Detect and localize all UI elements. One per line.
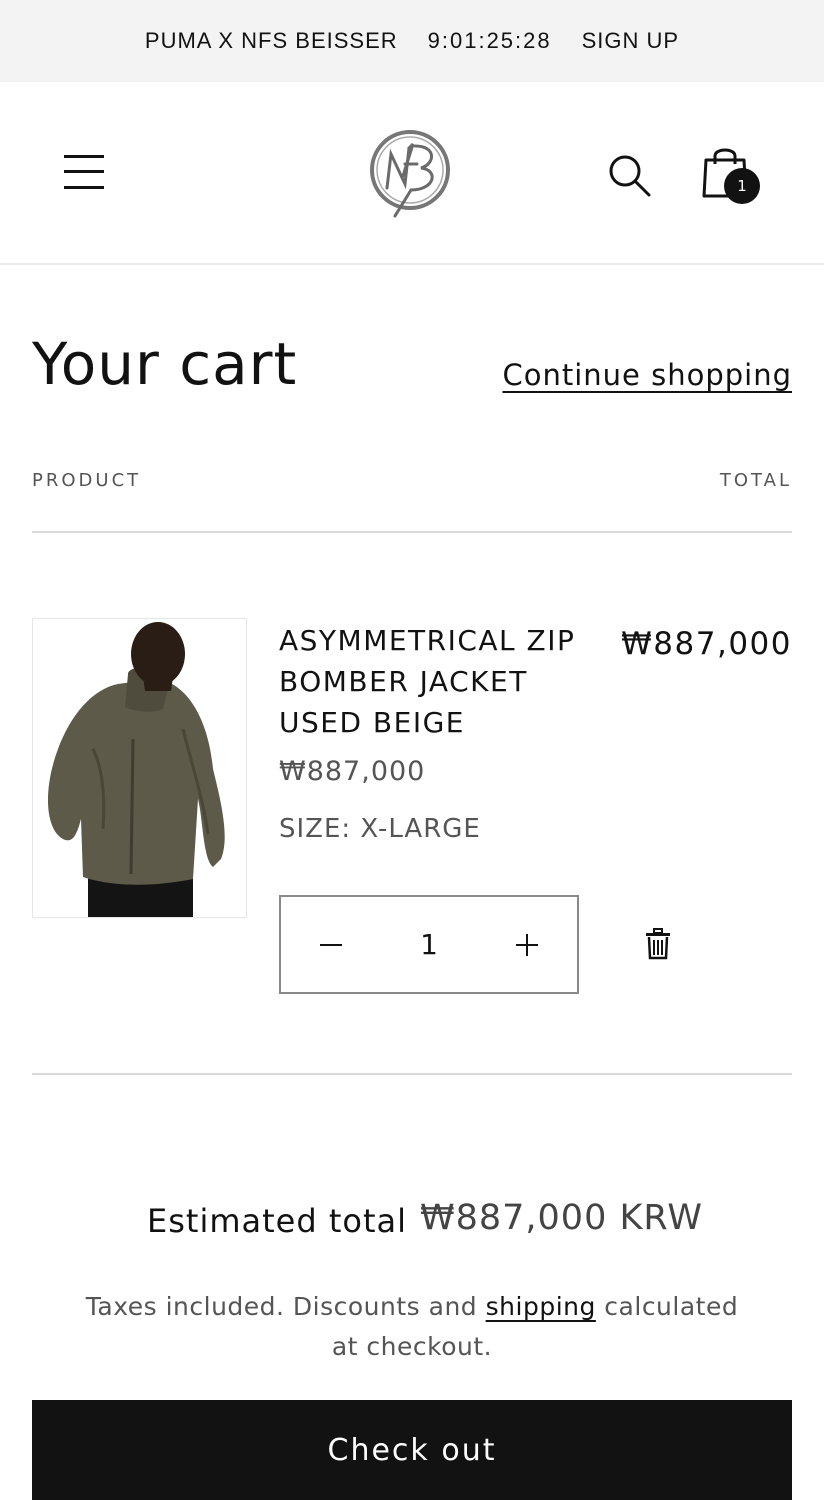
continue-shopping-link[interactable]: Continue shopping <box>502 358 792 392</box>
announcement-bar: PUMA X NFS BEISSER 9:01:25:28 SIGN UP <box>0 0 824 82</box>
product-image[interactable] <box>32 618 247 918</box>
item-line-total: ₩887,000 <box>621 626 792 662</box>
increase-quantity-button[interactable] <box>477 897 577 992</box>
divider <box>32 1073 792 1075</box>
quantity-input[interactable]: 1 <box>381 897 477 992</box>
item-unit-price: ₩887,000 <box>279 756 426 787</box>
checkout-button[interactable]: Check out <box>32 1400 792 1500</box>
search-icon[interactable] <box>606 152 652 198</box>
promo-text[interactable]: PUMA X NFS BEISSER <box>145 28 398 54</box>
cart-count-badge: 1 <box>724 168 760 204</box>
tax-shipping-note: Taxes included. Discounts and shipping c… <box>70 1287 754 1367</box>
decrease-quantity-button[interactable] <box>281 897 381 992</box>
column-header-total: TOTAL <box>719 470 792 491</box>
trash-icon[interactable] <box>644 928 672 960</box>
signup-link[interactable]: SIGN UP <box>582 28 679 54</box>
divider <box>32 531 792 533</box>
minus-icon <box>320 943 342 946</box>
column-header-product: PRODUCT <box>32 470 142 491</box>
nfs-logo[interactable] <box>365 124 455 220</box>
item-name[interactable]: ASYMMETRICAL ZIP BOMBER JACKET USED BEIG… <box>279 620 579 743</box>
hamburger-menu-icon[interactable] <box>62 152 106 192</box>
cart-button[interactable]: 1 <box>700 142 762 206</box>
jacket-photo <box>33 619 246 917</box>
shipping-link[interactable]: shipping <box>486 1292 596 1321</box>
plus-icon <box>516 933 538 956</box>
countdown-timer: 9:01:25:28 <box>427 28 552 53</box>
quantity-stepper: 1 <box>279 895 579 994</box>
item-size: SIZE: X-LARGE <box>279 814 481 844</box>
site-header: 1 <box>0 82 824 265</box>
note-text: Taxes included. Discounts and <box>85 1292 486 1321</box>
estimated-total-value: ₩887,000 KRW <box>420 1198 703 1238</box>
estimated-total-label: Estimated total <box>147 1202 407 1240</box>
page-title: Your cart <box>32 330 298 398</box>
